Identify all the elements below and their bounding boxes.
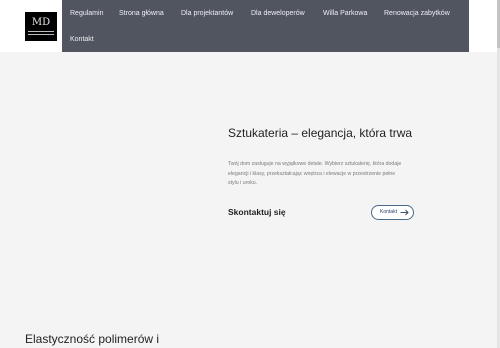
contact-button[interactable]: Kontakt — [371, 205, 414, 220]
page: MD Regulamin Strona główna Dla projektan… — [0, 0, 500, 348]
contact-button-label: Kontakt — [380, 209, 397, 215]
hero-title: Sztukateria – elegancja, która trwa — [228, 126, 413, 140]
nav-item-renowacja-zabytkow[interactable]: Renowacja zabytków — [384, 9, 450, 18]
nav-item-willa-parkowa[interactable]: Willa Parkowa — [323, 9, 367, 18]
site-header: MD Regulamin Strona główna Dla projektan… — [0, 0, 497, 52]
nav-item-kontakt[interactable]: Kontakt — [70, 35, 94, 44]
logo-text: MD — [31, 17, 51, 28]
nav-item-dla-projektantow[interactable]: Dla projektantów — [181, 9, 233, 18]
section-title: Elastyczność polimerów i — [25, 332, 160, 346]
nav-item-dla-deweloperow[interactable]: Dla deweloperów — [251, 9, 305, 18]
hero-section — [0, 52, 497, 348]
nav-item-regulamin[interactable]: Regulamin — [70, 9, 103, 18]
nav-item-strona-glowna[interactable]: Strona główna — [119, 9, 164, 18]
main-navigation: Regulamin Strona główna Dla projektantów… — [62, 0, 469, 52]
contact-heading: Skontaktuj się — [228, 207, 286, 217]
hero-description: Twój dom zasługuje na wyjątkowe detale. … — [228, 161, 402, 187]
site-logo[interactable]: MD — [25, 12, 57, 41]
logo-underline-icon — [28, 31, 54, 35]
arrow-right-icon — [400, 209, 409, 216]
